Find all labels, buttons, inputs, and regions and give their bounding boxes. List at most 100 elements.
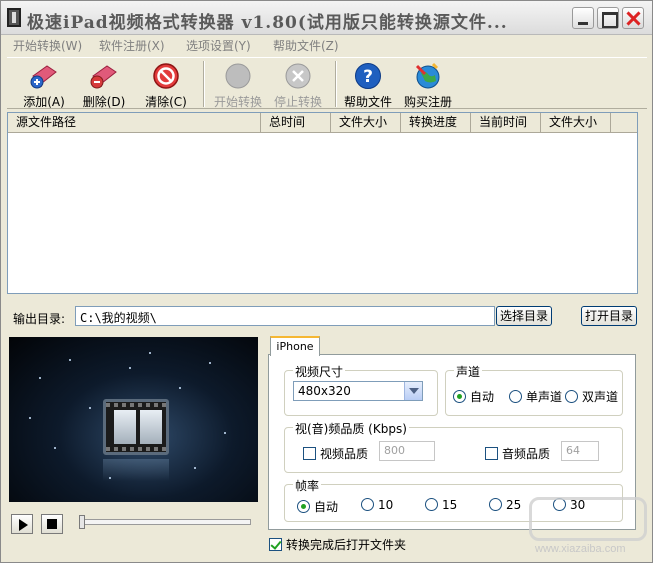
quality-title: 视(音)频品质 (Kbps) [293,420,409,437]
output-dir-label: 输出目录: [13,312,66,326]
seek-slider-track[interactable] [79,519,251,525]
film-holes-top [106,403,166,407]
add-button[interactable]: 添加(A) [15,60,73,109]
film-holes-bottom [106,447,166,451]
stop-convert-button[interactable]: 停止转换 [269,60,327,109]
radio-dot [509,390,522,403]
help-label: 帮助文件 [343,95,392,109]
star [69,359,71,361]
framerate-10-radio[interactable]: 10 [361,498,393,512]
star [179,387,181,389]
video-size-select[interactable]: 480x320 [293,381,423,401]
column-output-size[interactable]: 文件大小 [541,113,611,133]
toolbar: 添加(A) 删除(D) 清除(C) 开始转换 停止转换 ? 帮助文件 购买注册 [7,57,647,109]
film-frame-left [114,410,136,444]
choose-dir-button[interactable]: 选择目录 [496,306,552,326]
start-icon [225,63,251,89]
add-label: 添加(A) [23,95,65,109]
channel-auto-radio[interactable]: 自动 [453,388,494,405]
open-folder-after-label: 转换完成后打开文件夹 [286,538,407,552]
framerate-15-radio[interactable]: 15 [425,498,457,512]
menu-bar: 开始转换(W) 软件注册(X) 选项设置(Y) 帮助文件(Z) [1,35,652,55]
star [209,362,211,364]
video-size-value: 480x320 [298,384,351,398]
audio-quality-label: 音频品质 [502,447,551,461]
seek-slider-thumb[interactable] [79,515,85,529]
radio-dot [565,390,578,403]
framerate-title: 帧率 [293,477,322,494]
star [39,377,41,379]
clear-button[interactable]: 清除(C) [137,60,195,109]
channel-stereo-label: 双声道 [582,390,619,404]
video-quality-label: 视频品质 [320,447,369,461]
delete-label: 删除(D) [82,95,126,109]
framerate-10-label: 10 [378,498,394,512]
checkbox-box [303,447,316,460]
video-quality-input[interactable]: 800 [379,441,435,461]
start-convert-button[interactable]: 开始转换 [209,60,267,109]
channel-stereo-radio[interactable]: 双声道 [565,388,618,405]
menu-register[interactable]: 软件注册(X) [99,37,165,54]
open-dir-button[interactable]: 打开目录 [581,306,637,326]
framerate-auto-label: 自动 [314,500,339,514]
audio-quality-input[interactable]: 64 [561,441,599,461]
column-current-time[interactable]: 当前时间 [471,113,541,133]
toolbar-separator [203,61,205,107]
framerate-auto-radio[interactable]: 自动 [297,498,338,515]
framerate-15-label: 15 [442,498,458,512]
channel-mono-label: 单声道 [526,390,563,404]
column-source-path[interactable]: 源文件路径 [8,113,261,133]
clear-label: 清除(C) [145,95,187,109]
add-file-icon [30,65,57,89]
stop-convert-label: 停止转换 [273,95,322,109]
close-button[interactable] [622,7,644,29]
column-total-time[interactable]: 总时间 [261,113,331,133]
film-reflection [103,459,169,481]
channel-auto-label: 自动 [470,390,495,404]
channel-mono-radio[interactable]: 单声道 [509,388,562,405]
film-strip-icon [103,399,169,455]
app-icon[interactable] [7,8,21,27]
buy-register-label: 购买注册 [403,95,452,109]
stop-button[interactable] [41,514,63,534]
film-frame-right [140,410,162,444]
maximize-button[interactable] [597,7,619,29]
file-list[interactable]: 源文件路径 总时间 文件大小 转换进度 当前时间 文件大小 [7,112,638,294]
star [54,447,56,449]
radio-dot [453,390,466,403]
column-progress[interactable]: 转换进度 [401,113,471,133]
help-icon: ? [355,63,381,89]
chevron-down-icon[interactable] [404,382,422,400]
help-button[interactable]: ? 帮助文件 [339,60,397,109]
app-window: 极速iPad视频格式转换器 v1.80(试用版只能转换源文件... 开始转换(W… [0,0,653,563]
file-list-header: 源文件路径 总时间 文件大小 转换进度 当前时间 文件大小 [8,113,637,133]
title-bar: 极速iPad视频格式转换器 v1.80(试用版只能转换源文件... [1,1,652,35]
globe-cart-icon [415,62,440,89]
radio-dot [361,498,374,511]
watermark: www.xiazaiba.com [529,497,649,561]
video-size-title: 视频尺寸 [293,363,346,380]
delete-file-icon [90,65,117,89]
video-quality-checkbox[interactable]: 视频品质 [303,445,368,462]
play-button[interactable] [11,514,33,534]
open-folder-after-checkbox[interactable]: 转换完成后打开文件夹 [269,536,406,553]
channel-title: 声道 [454,363,483,380]
column-file-size[interactable]: 文件大小 [331,113,401,133]
toolbar-separator [335,61,337,107]
radio-dot [297,500,310,513]
start-convert-label: 开始转换 [213,95,262,109]
menu-options[interactable]: 选项设置(Y) [186,37,251,54]
menu-start-convert[interactable]: 开始转换(W) [13,37,82,54]
tab-iphone[interactable]: iPhone [270,336,320,356]
minimize-button[interactable] [572,7,594,29]
delete-button[interactable]: 删除(D) [75,60,133,109]
audio-quality-checkbox[interactable]: 音频品质 [485,445,550,462]
output-dir-input[interactable]: C:\我的视频\ [75,306,495,326]
radio-dot [489,498,502,511]
checkbox-box [269,538,282,551]
menu-help[interactable]: 帮助文件(Z) [273,37,339,54]
framerate-25-radio[interactable]: 25 [489,498,521,512]
radio-dot [425,498,438,511]
buy-register-button[interactable]: 购买注册 [399,60,457,109]
clear-icon [153,63,179,89]
